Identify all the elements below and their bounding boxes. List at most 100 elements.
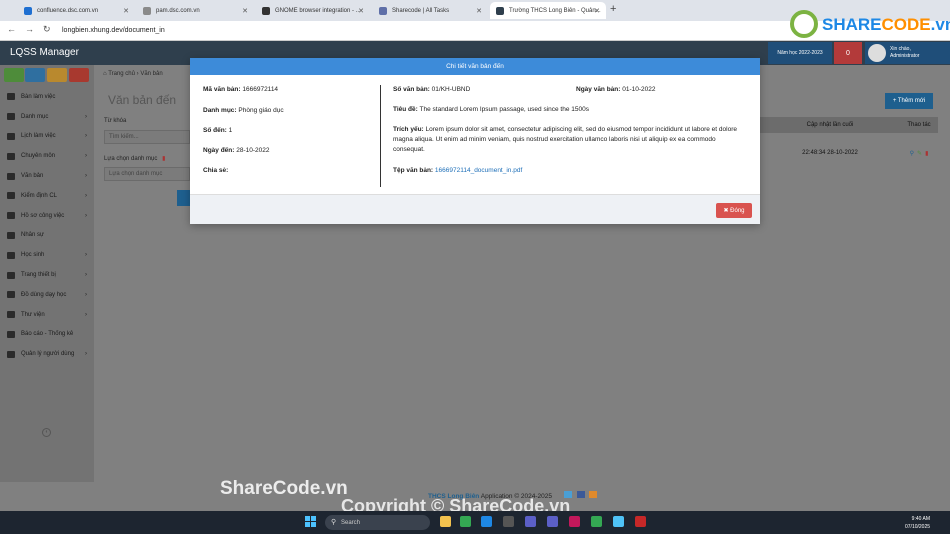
user-name: Administrator (890, 53, 920, 59)
field-trich-yeu: Trích yếu: Lorem ipsum dolor sit amet, c… (393, 126, 737, 153)
sidebar-item[interactable]: Danh mục › (0, 107, 94, 127)
notes-icon[interactable] (613, 516, 624, 527)
close-button[interactable]: ✖ Đóng (716, 203, 752, 218)
media-icon[interactable] (635, 516, 646, 527)
keyword-input[interactable]: Tìm kiếm... (104, 130, 190, 144)
facebook-icon[interactable] (576, 491, 585, 498)
new-tab-icon[interactable]: + (610, 3, 616, 15)
vscode-icon[interactable] (481, 516, 492, 527)
sidebar-item-label: Đồ dùng dạy học (21, 291, 67, 298)
rss-icon[interactable] (589, 491, 598, 498)
sidebar-item[interactable]: Lịch làm việc › (0, 127, 94, 147)
user-menu[interactable]: Xin chào, Administrator (865, 42, 950, 64)
sidebar-item-icon (7, 152, 15, 160)
file-download-link[interactable]: 1666972114_document_in.pdf (435, 167, 522, 174)
sidebar-item[interactable]: Bàn làm việc (0, 87, 94, 107)
sidebar-item[interactable]: Báo cáo - Thống kê (0, 325, 94, 345)
teams-work-icon[interactable] (547, 516, 558, 527)
chevron-down-icon: › (85, 311, 87, 318)
sidebar-collapse-icon[interactable]: ‹ (42, 428, 51, 437)
browser-tab[interactable]: GNOME browser integration - ... ✕ (256, 2, 370, 19)
system-clock[interactable]: 9:40 AM 07/10/2025 (905, 515, 930, 531)
watermark-text: ShareCode.vn (220, 478, 348, 499)
quick-action-edit-icon[interactable] (25, 68, 45, 82)
sidebar-item-icon (7, 212, 15, 220)
browser-tab-active[interactable]: Trường THCS Long Biên - Quản... ✕ (490, 2, 606, 19)
column-header-updated[interactable]: Cập nhật lần cuối (760, 117, 900, 133)
sidebar-item-label: Lịch làm việc (21, 133, 56, 140)
close-tab-icon[interactable]: ✕ (594, 7, 600, 15)
quick-action-settings-icon[interactable] (69, 68, 89, 82)
forward-icon[interactable]: → (25, 24, 34, 34)
clear-category-icon[interactable]: ▮ (162, 156, 165, 162)
notification-count: 0 (846, 49, 850, 57)
taskbar-search[interactable]: ⚲ Search (325, 515, 430, 530)
back-icon[interactable]: ← (7, 24, 16, 34)
sidebar-item[interactable]: Nhân sự (0, 226, 94, 246)
view-icon[interactable]: ⚲ (910, 150, 914, 157)
teams-icon[interactable] (525, 516, 536, 527)
column-header-actions: Thao tác (900, 117, 938, 133)
tab-label: pam.dsc.com.vn (156, 7, 200, 14)
chevron-down-icon: › (85, 133, 87, 140)
chevron-down-icon: › (85, 113, 87, 120)
chevron-down-icon: › (85, 153, 87, 160)
category-select[interactable]: Lựa chọn danh mục (104, 167, 190, 181)
windows-start-icon[interactable] (305, 516, 317, 528)
close-tab-icon[interactable]: ✕ (242, 7, 248, 15)
breadcrumb-home[interactable]: Trang chủ (108, 71, 135, 77)
avatar (868, 44, 886, 62)
chrome-icon[interactable] (460, 516, 471, 527)
sidebar-item-label: Thư viện (21, 311, 45, 318)
add-new-button[interactable]: + Thêm mới (885, 93, 933, 109)
confluence-favicon-icon (24, 6, 32, 15)
breadcrumb-current: Văn bản (140, 71, 163, 77)
browser-tab[interactable]: confluence.dsc.com.vn ✕ (18, 2, 135, 19)
field-ma-van-ban: Mã văn bản: 1666972114 (203, 86, 279, 93)
edit-icon[interactable]: ✎ (917, 150, 922, 157)
school-year-badge[interactable]: Năm học 2022-2023 (768, 42, 832, 64)
app-logo[interactable]: LQSS Manager (10, 47, 79, 58)
home-icon[interactable]: ⌂ (103, 71, 107, 77)
quick-action-group-icon[interactable] (47, 68, 67, 82)
sidebar-item-label: Kiểm định CL (21, 192, 58, 199)
notification-bell-icon[interactable]: 0 (834, 42, 862, 64)
close-tab-icon[interactable]: ✕ (476, 7, 482, 15)
terminal-icon[interactable] (503, 516, 514, 527)
browser-tab[interactable]: Sharecode | All Tasks ✕ (373, 2, 488, 19)
close-tab-icon[interactable]: ✕ (358, 7, 364, 15)
field-chia-se: Chia sẻ: (203, 167, 229, 174)
browser-tab[interactable]: pam.dsc.com.vn ✕ (137, 2, 254, 19)
sidebar-item[interactable]: Thư viện › (0, 305, 94, 325)
chrome-alt-icon[interactable] (591, 516, 602, 527)
app-icon[interactable] (569, 516, 580, 527)
quick-action-pin-icon[interactable] (4, 68, 24, 82)
field-ngay-den: Ngày đến: 28-10-2022 (203, 147, 270, 154)
school-favicon-icon (496, 6, 504, 15)
sidebar-item-icon (7, 291, 15, 299)
gnome-favicon-icon (262, 6, 270, 15)
close-tab-icon[interactable]: ✕ (123, 7, 129, 15)
sidebar-item[interactable]: Trang thiết bị › (0, 265, 94, 285)
search-button[interactable] (177, 190, 190, 206)
category-label-text: Lựa chọn danh mục (104, 156, 158, 162)
sidebar-item[interactable]: Văn bản › (0, 166, 94, 186)
sidebar-item[interactable]: Hồ sơ công việc › (0, 206, 94, 226)
field-tep-van-ban: Tệp văn bản: 1666972114_document_in.pdf (393, 167, 523, 174)
sidebar-item[interactable]: Chuyên môn › (0, 146, 94, 166)
url-field[interactable]: longbien.xhung.dev/document_in (62, 27, 165, 34)
sidebar: Bàn làm việc Danh mục › Lịch làm việc › Chuyê… (0, 65, 94, 482)
file-explorer-icon[interactable] (440, 516, 451, 527)
sidebar-item-label: Hồ sơ công việc (21, 212, 65, 219)
sidebar-item[interactable]: Đồ dùng dạy học › (0, 285, 94, 305)
field-danh-muc: Danh mục: Phòng giáo dục (203, 107, 284, 114)
sidebar-item[interactable]: Kiểm định CL › (0, 186, 94, 206)
sidebar-item[interactable]: Học sinh › (0, 245, 94, 265)
delete-icon[interactable]: ▮ (925, 150, 928, 157)
chevron-down-icon: › (85, 252, 87, 259)
reload-icon[interactable]: ↻ (43, 24, 51, 35)
clock-date: 07/10/2025 (905, 524, 931, 530)
sidebar-item[interactable]: Quản lý người dùng › (0, 344, 94, 364)
document-detail-modal: Chi tiết văn bản đến Mã văn bản: 1666972… (190, 58, 760, 224)
clock-time: 9:40 AM (911, 516, 931, 522)
